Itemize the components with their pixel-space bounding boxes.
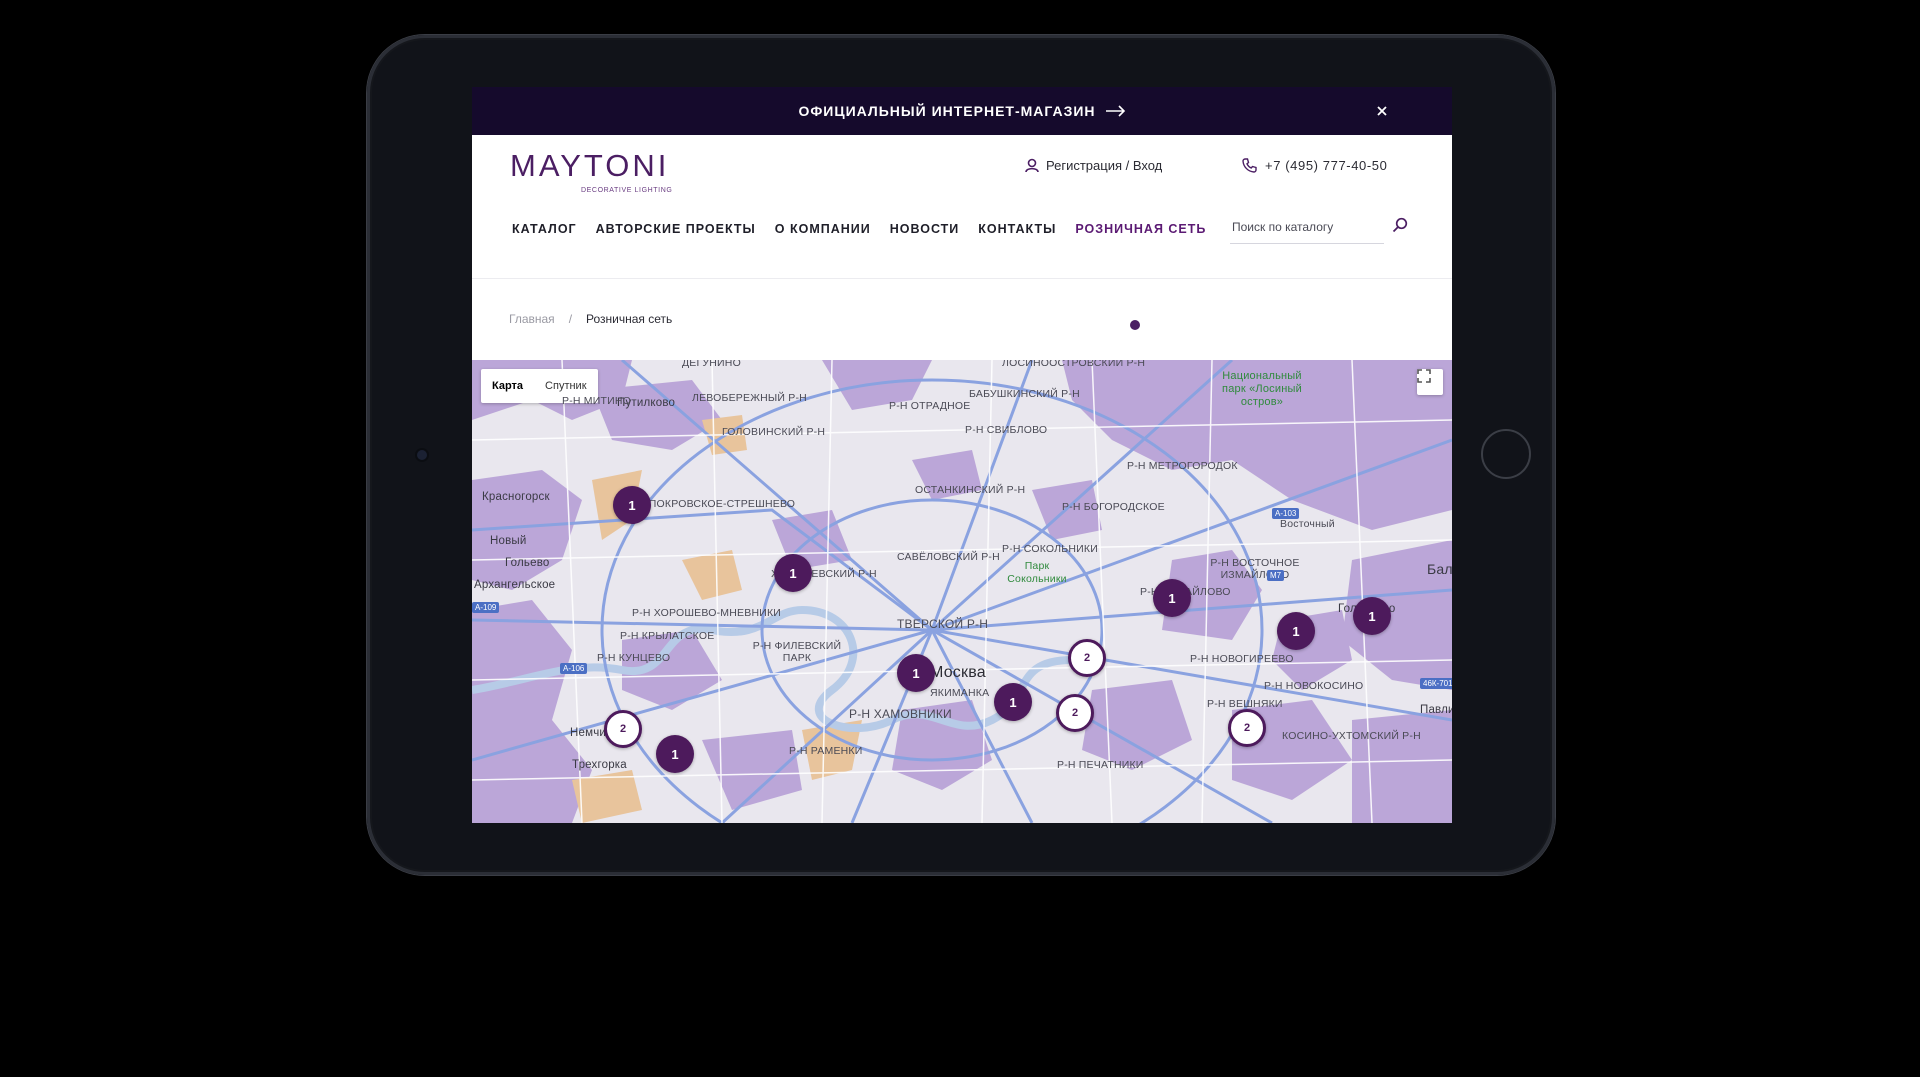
phone-link[interactable]: +7 (495) 777-40-50 [1242, 158, 1387, 173]
map-label: Восточный [1280, 518, 1335, 530]
map-label: Р-Н НОВОКОСИНО [1264, 680, 1364, 692]
nav-author-projects[interactable]: АВТОРСКИЕ ПРОЕКТЫ [596, 222, 756, 236]
map-label: Р-Н МИТИНО [562, 395, 632, 407]
map-label: Р-Н КРЫЛАТСКОЕ [620, 630, 715, 642]
map-cluster-marker[interactable]: 2 [604, 710, 642, 748]
map-label: Гольево [505, 557, 550, 569]
active-nav-indicator [1130, 320, 1140, 330]
map-label: ОСТАНКИНСКИЙ Р-Н [915, 484, 1026, 496]
map-label: БАБУШКИНСКИЙ Р-Н [969, 388, 1080, 400]
map-cluster-marker[interactable]: 2 [1068, 639, 1106, 677]
road-shield: А-109 [472, 602, 500, 613]
map-label: Бала [1427, 561, 1452, 577]
map-city-label: Москва [930, 664, 986, 681]
map-type-map[interactable]: Карта [481, 369, 534, 403]
map-label: Павлин [1420, 704, 1452, 716]
banner-link[interactable]: ОФИЦИАЛЬНЫЙ ИНТЕРНЕТ-МАГАЗИН [798, 103, 1125, 119]
account-label: Регистрация / Вход [1046, 158, 1163, 173]
map-label: Новый [490, 535, 527, 547]
road-shield: М7 [1267, 570, 1285, 581]
logo-wordmark: MAYTONI [510, 148, 670, 183]
search-field [1230, 215, 1384, 244]
nav-retail-network[interactable]: РОЗНИЧНАЯ СЕТЬ [1075, 222, 1206, 236]
arrow-right-icon [1105, 105, 1125, 117]
map-cluster-marker[interactable]: 1 [774, 554, 812, 592]
map-label: Р-Н ПЕЧАТНИКИ [1057, 759, 1144, 771]
map-label: Р-Н ХАМОВНИКИ [849, 707, 952, 721]
map-label: Р-Н ОТРАДНОЕ [889, 400, 971, 412]
site-header: MAYTONI DECORATIVE LIGHTING Регистрация … [472, 135, 1452, 330]
park-label: Парк Сокольники [1007, 560, 1067, 585]
account-link[interactable]: Регистрация / Вход [1025, 158, 1162, 173]
banner-text: ОФИЦИАЛЬНЫЙ ИНТЕРНЕТ-МАГАЗИН [798, 103, 1096, 119]
map-cluster-marker[interactable]: 2 [1228, 709, 1266, 747]
map-cluster-marker[interactable]: 1 [613, 486, 651, 524]
user-icon [1025, 158, 1039, 173]
map-label: Трехгорка [572, 759, 627, 771]
map-label: Р-Н СВИБЛОВО [965, 424, 1048, 436]
map-label: Р-Н РАМЕНКИ [789, 745, 863, 757]
map-label: Р-Н ФИЛЕВСКИЙ ПАРК [752, 640, 842, 664]
map-label: Архангельское [474, 579, 556, 591]
map-label: Р-Н ВОСТОЧНОЕ ИЗМАЙЛОВО [1210, 557, 1300, 581]
map-cluster-marker[interactable]: 1 [656, 735, 694, 773]
phone-number: +7 (495) 777-40-50 [1265, 158, 1388, 173]
map-label: Р-Н СОКОЛЬНИКИ [1002, 543, 1098, 555]
search-input[interactable] [1230, 215, 1374, 239]
fullscreen-button[interactable] [1417, 369, 1443, 395]
map-label: Р-Н КУНЦЕВО [597, 652, 671, 664]
map-label: САВЁЛОВСКИЙ Р-Н [897, 551, 1000, 563]
map-cluster-marker[interactable]: 1 [1153, 579, 1191, 617]
map-label: Р-Н БОГОРОДСКОЕ [1062, 501, 1165, 513]
map-cluster-marker[interactable]: 1 [1277, 612, 1315, 650]
park-label: Национальный парк «Лосиный остров» [1222, 370, 1302, 408]
map-label: ДЕГУНИНО [682, 360, 741, 369]
tablet-camera [417, 450, 427, 460]
map-label: Р-Н ПОКРОВСКОЕ-СТРЕШНЕВО [627, 498, 796, 510]
map-label: ТВЕРСКОЙ Р-Н [897, 617, 989, 631]
map-label: КОСИНО-УХТОМСКИЙ Р-Н [1282, 730, 1421, 742]
fullscreen-icon [1417, 369, 1431, 383]
nav-catalog[interactable]: КАТАЛОГ [512, 222, 577, 236]
nav-about[interactable]: О КОМПАНИИ [775, 222, 871, 236]
map-cluster-marker[interactable]: 1 [897, 654, 935, 692]
breadcrumb-separator: / [568, 312, 573, 326]
map-label: Р-Н МЕТРОГОРОДОК [1127, 460, 1238, 472]
breadcrumb: Главная / Розничная сеть [509, 312, 672, 326]
map-label: ЛЕВОБЕРЕЖНЫЙ Р-Н [692, 392, 807, 404]
road-shield: 46К-701 [1420, 678, 1452, 689]
tablet-home-button [1481, 429, 1531, 479]
map-tiles [472, 360, 1452, 823]
store-map[interactable]: Карта Спутник ДЕГУНИНО ЛОСИНООСТРОВСКИЙ … [472, 360, 1452, 823]
map-label: Р-Н НОВОГИРЕЕВО [1190, 653, 1294, 665]
map-cluster-marker[interactable]: 1 [994, 683, 1032, 721]
promo-banner: ОФИЦИАЛЬНЫЙ ИНТЕРНЕТ-МАГАЗИН [472, 87, 1452, 135]
map-cluster-marker[interactable]: 1 [1353, 597, 1391, 635]
logo-tagline: DECORATIVE LIGHTING [581, 187, 673, 194]
road-shield: А-106 [560, 663, 588, 674]
map-label: ЛОСИНООСТРОВСКИЙ Р-Н [1002, 360, 1146, 369]
map-label: ЯКИМАНКА [930, 687, 990, 699]
close-icon[interactable] [1374, 103, 1390, 119]
map-label: Красногорск [482, 491, 550, 503]
search-icon[interactable] [1392, 217, 1408, 233]
nav-contacts[interactable]: КОНТАКТЫ [978, 222, 1056, 236]
breadcrumb-home[interactable]: Главная [509, 312, 555, 326]
road-shield: А-103 [1272, 508, 1300, 519]
browser-screen: ОФИЦИАЛЬНЫЙ ИНТЕРНЕТ-МАГАЗИН MAYTONI DEC… [472, 87, 1452, 823]
nav-news[interactable]: НОВОСТИ [890, 222, 960, 236]
maytoni-logo[interactable]: MAYTONI DECORATIVE LIGHTING [510, 148, 672, 195]
map-cluster-marker[interactable]: 2 [1056, 694, 1094, 732]
map-label: Р-Н ХОРОШЕВО-МНЕВНИКИ [632, 607, 782, 619]
main-nav: КАТАЛОГ АВТОРСКИЕ ПРОЕКТЫ О КОМПАНИИ НОВ… [512, 222, 1225, 236]
breadcrumb-current: Розничная сеть [586, 312, 673, 326]
phone-icon [1242, 158, 1257, 173]
map-label: ГОЛОВИНСКИЙ Р-Н [722, 426, 826, 438]
